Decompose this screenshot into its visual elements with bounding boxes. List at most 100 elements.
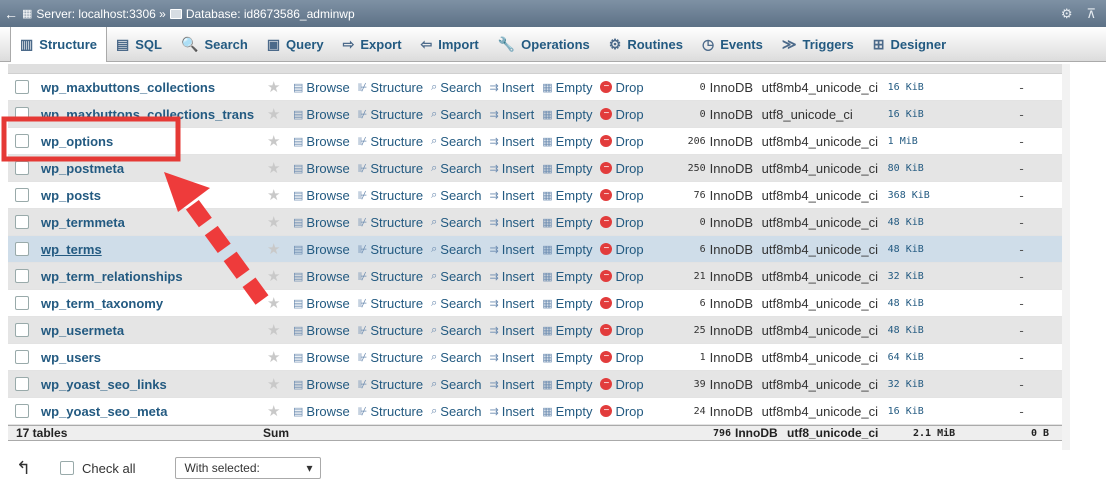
size[interactable]: 48 KiB	[888, 244, 938, 255]
tab-sql[interactable]: ▤ SQL	[107, 27, 172, 62]
empty-action[interactable]: ▦ Empty	[542, 350, 592, 365]
drop-action[interactable]: − Drop	[600, 215, 644, 230]
table-name-link[interactable]: wp_termmeta	[41, 215, 267, 230]
table-name-link[interactable]: wp_posts	[41, 188, 267, 203]
drop-action[interactable]: − Drop	[600, 269, 644, 284]
insert-action[interactable]: ⇉ Insert	[489, 242, 534, 257]
search-action[interactable]: ⌕ Search	[431, 215, 481, 230]
with-selected-select[interactable]: With selected: ▾	[175, 457, 322, 479]
browse-action[interactable]: ▤ Browse	[293, 161, 350, 176]
structure-action[interactable]: ⊮ Structure	[358, 80, 423, 95]
structure-action[interactable]: ⊮ Structure	[358, 134, 423, 149]
favorite-star-icon[interactable]: ★	[267, 105, 293, 123]
browse-action[interactable]: ▤ Browse	[293, 377, 350, 392]
table-row[interactable]: wp_maxbuttons_collections ★ ▤ Browse ⊮ Struct…	[8, 74, 1062, 101]
empty-action[interactable]: ▦ Empty	[542, 161, 592, 176]
drop-action[interactable]: − Drop	[600, 350, 644, 365]
structure-action[interactable]: ⊮ Structure	[358, 188, 423, 203]
favorite-star-icon[interactable]: ★	[267, 402, 293, 420]
table-row[interactable]: wp_posts ★ ▤ Browse ⊮ Structure ⌕ Search ⇉ Insert…	[8, 182, 1062, 209]
drop-action[interactable]: − Drop	[600, 134, 644, 149]
browse-action[interactable]: ▤ Browse	[293, 350, 350, 365]
favorite-star-icon[interactable]: ★	[267, 267, 293, 285]
search-action[interactable]: ⌕ Search	[431, 269, 481, 284]
tab-designer[interactable]: ⊞ Designer	[864, 27, 956, 62]
check-all-label[interactable]: Check all	[82, 461, 135, 476]
empty-action[interactable]: ▦ Empty	[542, 80, 592, 95]
insert-action[interactable]: ⇉ Insert	[489, 161, 534, 176]
empty-action[interactable]: ▦ Empty	[542, 215, 592, 230]
favorite-star-icon[interactable]: ★	[267, 78, 293, 96]
size[interactable]: 48 KiB	[888, 325, 938, 336]
tab-import[interactable]: ⇦ Import	[412, 27, 489, 62]
row-checkbox[interactable]	[15, 188, 29, 202]
row-checkbox[interactable]	[15, 161, 29, 175]
insert-action[interactable]: ⇉ Insert	[489, 215, 534, 230]
table-name-link[interactable]: wp_maxbuttons_collections	[41, 80, 267, 95]
size[interactable]: 1 MiB	[888, 136, 938, 147]
drop-action[interactable]: − Drop	[600, 296, 644, 311]
search-action[interactable]: ⌕ Search	[431, 134, 481, 149]
search-action[interactable]: ⌕ Search	[431, 377, 481, 392]
tab-routines[interactable]: ⚙ Routines	[600, 27, 693, 62]
empty-action[interactable]: ▦ Empty	[542, 296, 592, 311]
row-checkbox[interactable]	[15, 134, 29, 148]
favorite-star-icon[interactable]: ★	[267, 321, 293, 339]
table-row[interactable]: wp_usermeta ★ ▤ Browse ⊮ Structure ⌕ Search ⇉ Ins…	[8, 317, 1062, 344]
drop-action[interactable]: − Drop	[600, 80, 644, 95]
favorite-star-icon[interactable]: ★	[267, 294, 293, 312]
insert-action[interactable]: ⇉ Insert	[489, 188, 534, 203]
browse-action[interactable]: ▤ Browse	[293, 296, 350, 311]
browse-action[interactable]: ▤ Browse	[293, 188, 350, 203]
row-checkbox[interactable]	[15, 269, 29, 283]
row-checkbox[interactable]	[15, 296, 29, 310]
size[interactable]: 16 KiB	[888, 109, 938, 120]
empty-action[interactable]: ▦ Empty	[542, 269, 592, 284]
row-checkbox[interactable]	[15, 404, 29, 418]
search-action[interactable]: ⌕ Search	[431, 107, 481, 122]
favorite-star-icon[interactable]: ★	[267, 159, 293, 177]
search-action[interactable]: ⌕ Search	[431, 188, 481, 203]
favorite-star-icon[interactable]: ★	[267, 348, 293, 366]
table-name-link[interactable]: wp_yoast_seo_links	[41, 377, 267, 392]
search-action[interactable]: ⌕ Search	[431, 80, 481, 95]
gear-icon[interactable]: ⚙	[1061, 6, 1073, 22]
drop-action[interactable]: − Drop	[600, 161, 644, 176]
table-name-link[interactable]: wp_options	[41, 134, 267, 149]
drop-action[interactable]: − Drop	[600, 404, 644, 419]
table-row[interactable]: wp_postmeta ★ ▤ Browse ⊮ Structure ⌕ Search ⇉ Ins…	[8, 155, 1062, 182]
size[interactable]: 48 KiB	[888, 298, 938, 309]
size[interactable]: 16 KiB	[888, 82, 938, 93]
search-action[interactable]: ⌕ Search	[431, 242, 481, 257]
breadcrumb-database[interactable]: Database: id8673586_adminwp	[186, 7, 355, 21]
table-name-link[interactable]: wp_maxbuttons_collections_trans	[41, 107, 267, 122]
size[interactable]: 368 KiB	[888, 190, 938, 201]
table-name-link[interactable]: wp_terms	[41, 242, 267, 257]
table-name-link[interactable]: wp_term_taxonomy	[41, 296, 267, 311]
insert-action[interactable]: ⇉ Insert	[489, 350, 534, 365]
empty-action[interactable]: ▦ Empty	[542, 134, 592, 149]
size[interactable]: 16 KiB	[888, 406, 938, 417]
browse-action[interactable]: ▤ Browse	[293, 404, 350, 419]
size[interactable]: 32 KiB	[888, 271, 938, 282]
row-checkbox[interactable]	[15, 350, 29, 364]
table-name-link[interactable]: wp_postmeta	[41, 161, 267, 176]
browse-action[interactable]: ▤ Browse	[293, 134, 350, 149]
favorite-star-icon[interactable]: ★	[267, 186, 293, 204]
tab-operations[interactable]: 🔧 Operations	[489, 27, 600, 62]
tab-events[interactable]: ◷ Events	[693, 27, 773, 62]
table-name-link[interactable]: wp_term_relationships	[41, 269, 267, 284]
structure-action[interactable]: ⊮ Structure	[358, 404, 423, 419]
insert-action[interactable]: ⇉ Insert	[489, 107, 534, 122]
size[interactable]: 32 KiB	[888, 379, 938, 390]
size[interactable]: 48 KiB	[888, 217, 938, 228]
browse-action[interactable]: ▤ Browse	[293, 80, 350, 95]
structure-action[interactable]: ⊮ Structure	[358, 377, 423, 392]
search-action[interactable]: ⌕ Search	[431, 404, 481, 419]
favorite-star-icon[interactable]: ★	[267, 132, 293, 150]
table-row[interactable]: wp_options ★ ▤ Browse ⊮ Structure ⌕ Search ⇉ Inse…	[8, 128, 1062, 155]
drop-action[interactable]: − Drop	[600, 377, 644, 392]
drop-action[interactable]: − Drop	[600, 242, 644, 257]
row-checkbox[interactable]	[15, 215, 29, 229]
structure-action[interactable]: ⊮ Structure	[358, 215, 423, 230]
